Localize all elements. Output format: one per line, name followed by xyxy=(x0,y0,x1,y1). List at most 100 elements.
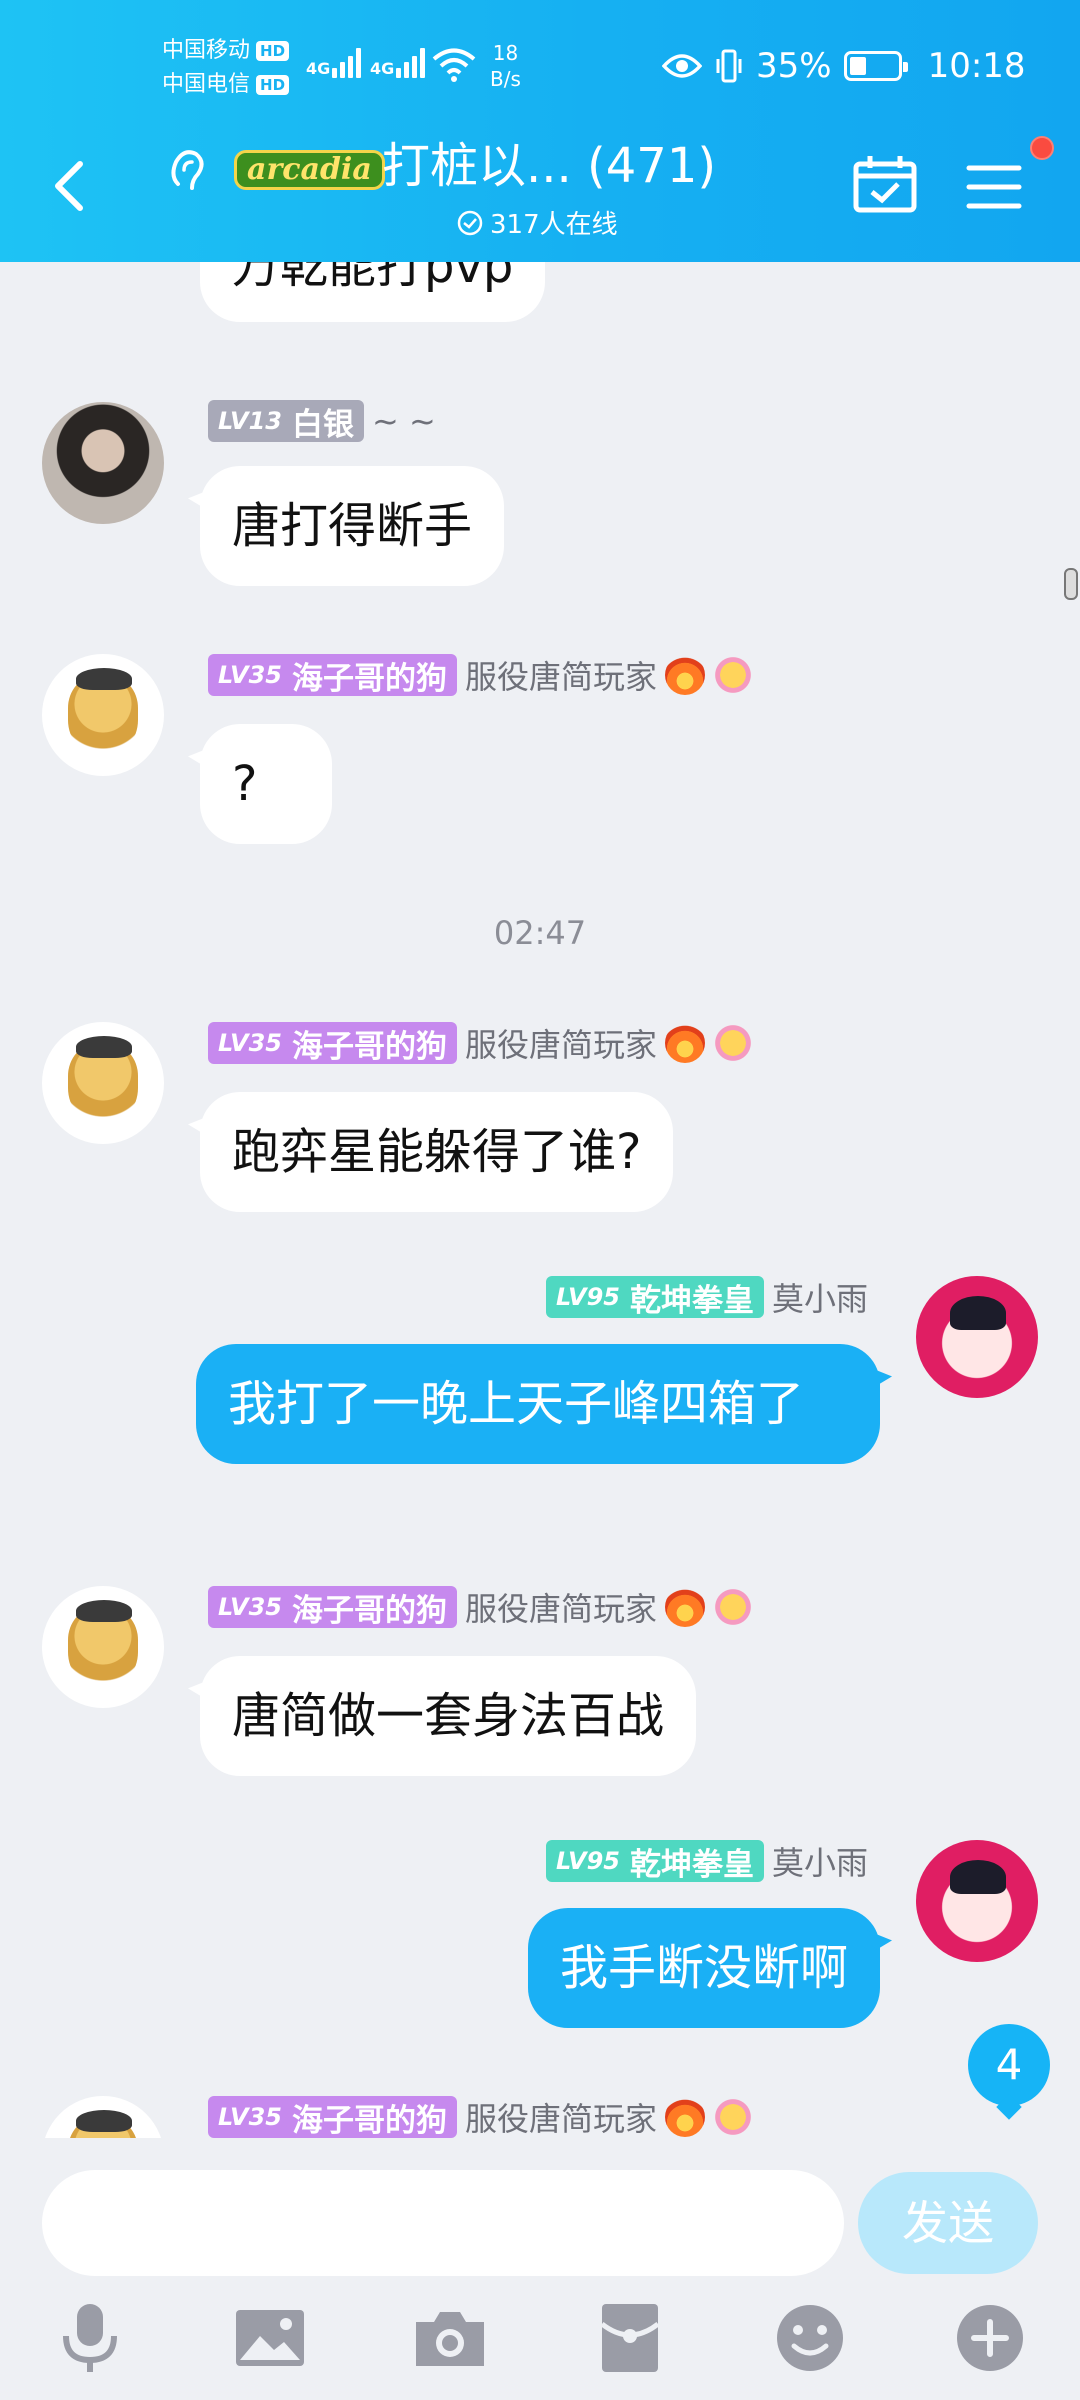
level-badge: LV35 海子哥的狗 xyxy=(208,2096,457,2138)
badge-text: 海子哥的狗 xyxy=(291,1028,447,1065)
badge-text: 海子哥的狗 xyxy=(291,2102,447,2139)
message-input[interactable] xyxy=(42,2170,844,2276)
fire-emoji-icon xyxy=(664,1587,705,1627)
message-bubble[interactable]: 唐打得断手 xyxy=(200,466,505,586)
sender-title: 莫小雨 xyxy=(771,1844,868,1882)
my-avatar[interactable] xyxy=(916,1840,1038,1962)
sender-title: 莫小雨 xyxy=(771,1280,868,1318)
avatar[interactable] xyxy=(42,1586,164,1708)
message-bubble[interactable]: 唐简做一套身法百战 xyxy=(200,1656,697,1776)
battery-icon xyxy=(843,51,908,81)
sender-meta: LV35 海子哥的狗 服役唐简玩家 xyxy=(208,1586,753,1629)
sender-title: 服役唐简玩家 xyxy=(464,658,657,696)
emoji-icon[interactable] xyxy=(770,2298,850,2378)
my-message-bubble[interactable]: 我打了一晚上天子峰四箱了 xyxy=(196,1344,880,1464)
message-text: 万乾能打pvp xyxy=(232,262,514,294)
avatar[interactable] xyxy=(42,402,164,524)
level-text: LV35 xyxy=(218,1029,282,1057)
message-text: 我手断没断啊 xyxy=(559,1940,848,1996)
back-arrow-icon[interactable] xyxy=(46,156,90,216)
badge-text: 白银 xyxy=(291,406,354,443)
sender-title: ~ ~ xyxy=(371,402,436,440)
plus-icon[interactable] xyxy=(950,2298,1030,2378)
avatar[interactable] xyxy=(42,654,164,776)
sender-title: 服役唐简玩家 xyxy=(464,1026,657,1064)
level-text: LV35 xyxy=(218,2103,282,2131)
my-avatar[interactable] xyxy=(916,1276,1038,1398)
badge-text: 乾坤拳皇 xyxy=(629,1282,754,1319)
sender-meta: LV35 海子哥的狗 服役唐简玩家 xyxy=(208,2096,753,2138)
level-badge: LV95 乾坤拳皇 xyxy=(546,1276,764,1319)
fire-emoji-icon xyxy=(664,2097,705,2137)
level-badge: LV35 海子哥的狗 xyxy=(208,1586,457,1629)
scrollbar-handle[interactable] xyxy=(1064,568,1078,600)
calendar-check-icon[interactable] xyxy=(852,154,918,214)
message-text: 我打了一晚上天子峰四箱了 xyxy=(228,1376,805,1432)
message-text: 唐简做一套身法百战 xyxy=(232,1688,665,1744)
speed-value: 18 xyxy=(492,41,519,65)
online-count: 317人在线 xyxy=(456,204,618,241)
notification-dot xyxy=(1030,136,1054,160)
sender-meta: LV35 海子哥的狗 服役唐简玩家 xyxy=(208,1022,753,1065)
avatar[interactable] xyxy=(42,1022,164,1144)
level-badge: LV35 海子哥的狗 xyxy=(208,654,457,697)
sender-title: 服役唐简玩家 xyxy=(464,2100,657,2138)
input-toolbar xyxy=(0,2298,1080,2388)
send-button[interactable]: 发送 xyxy=(858,2172,1038,2274)
message-bubble[interactable]: 万乾能打pvp xyxy=(200,262,546,322)
ear-icon[interactable] xyxy=(166,146,210,194)
message-text: ? xyxy=(232,756,258,812)
level-text: LV13 xyxy=(218,407,282,435)
clock: 10:18 xyxy=(927,46,1026,86)
menu-icon[interactable] xyxy=(966,164,1022,210)
red-packet-icon[interactable] xyxy=(590,2298,670,2378)
top-bar: 中国移动 HD 中国电信 HD 4G 4G 18 B/s 35% 10:18 a… xyxy=(0,0,1080,262)
carrier-1: 中国移动 xyxy=(162,38,251,63)
status-right: 35% 10:18 xyxy=(662,46,1026,86)
carrier-info: 中国移动 HD 中国电信 HD xyxy=(162,34,290,102)
online-text: 317人在线 xyxy=(490,210,618,240)
vibrate-icon xyxy=(716,49,742,83)
sender-meta: LV13 白银 ~ ~ xyxy=(208,400,436,443)
unread-count-badge[interactable]: 4 xyxy=(968,2024,1050,2106)
eye-icon xyxy=(662,54,702,78)
signal-2-icon: 4G xyxy=(370,44,426,78)
group-title[interactable]: 打桩以... (471) xyxy=(382,134,716,198)
fire-emoji-icon xyxy=(664,1023,705,1063)
my-message-bubble[interactable]: 我手断没断啊 xyxy=(527,1908,880,2028)
carrier-2: 中国电信 xyxy=(162,72,251,97)
network-type: 4G xyxy=(370,59,395,78)
image-icon[interactable] xyxy=(230,2298,310,2378)
group-logo: arcadia xyxy=(234,150,385,190)
level-badge: LV13 白银 xyxy=(208,400,364,443)
message-text: 唐打得断手 xyxy=(232,498,473,554)
level-text: LV95 xyxy=(556,1847,620,1875)
input-bar: 发送 xyxy=(0,2138,1080,2400)
fire-emoji-icon xyxy=(664,655,705,695)
badge-text: 乾坤拳皇 xyxy=(629,1846,754,1883)
message-bubble[interactable]: 跑弈星能躲得了谁? xyxy=(200,1092,674,1212)
network-type: 4G xyxy=(306,59,331,78)
network-speed: 18 B/s xyxy=(490,40,521,92)
speed-unit: B/s xyxy=(490,67,521,91)
avatar[interactable] xyxy=(42,2096,164,2138)
camera-icon[interactable] xyxy=(410,2298,490,2378)
sender-meta: LV95 乾坤拳皇 莫小雨 xyxy=(546,1276,868,1319)
badge-text: 海子哥的狗 xyxy=(291,660,447,697)
message-bubble[interactable]: ? xyxy=(200,724,332,844)
check-circle-icon xyxy=(457,210,483,235)
mic-icon[interactable] xyxy=(50,2298,130,2378)
level-text: LV95 xyxy=(556,1283,620,1311)
chat-area[interactable]: 万乾能打pvp LV13 白银 ~ ~ 唐打得断手 LV35 海子哥的狗 服役唐简玩… xyxy=(0,262,1080,2138)
level-badge: LV35 海子哥的狗 xyxy=(208,1022,457,1065)
timestamp: 02:47 xyxy=(493,914,587,952)
smile-emoji-icon xyxy=(712,1023,753,1063)
sender-title: 服役唐简玩家 xyxy=(464,1590,657,1628)
wifi-icon xyxy=(432,48,476,82)
sender-meta: LV95 乾坤拳皇 莫小雨 xyxy=(546,1840,868,1883)
hd-badge: HD xyxy=(256,75,290,95)
level-text: LV35 xyxy=(218,661,282,689)
smile-emoji-icon xyxy=(712,655,753,695)
smile-emoji-icon xyxy=(712,1587,753,1627)
level-badge: LV95 乾坤拳皇 xyxy=(546,1840,764,1883)
